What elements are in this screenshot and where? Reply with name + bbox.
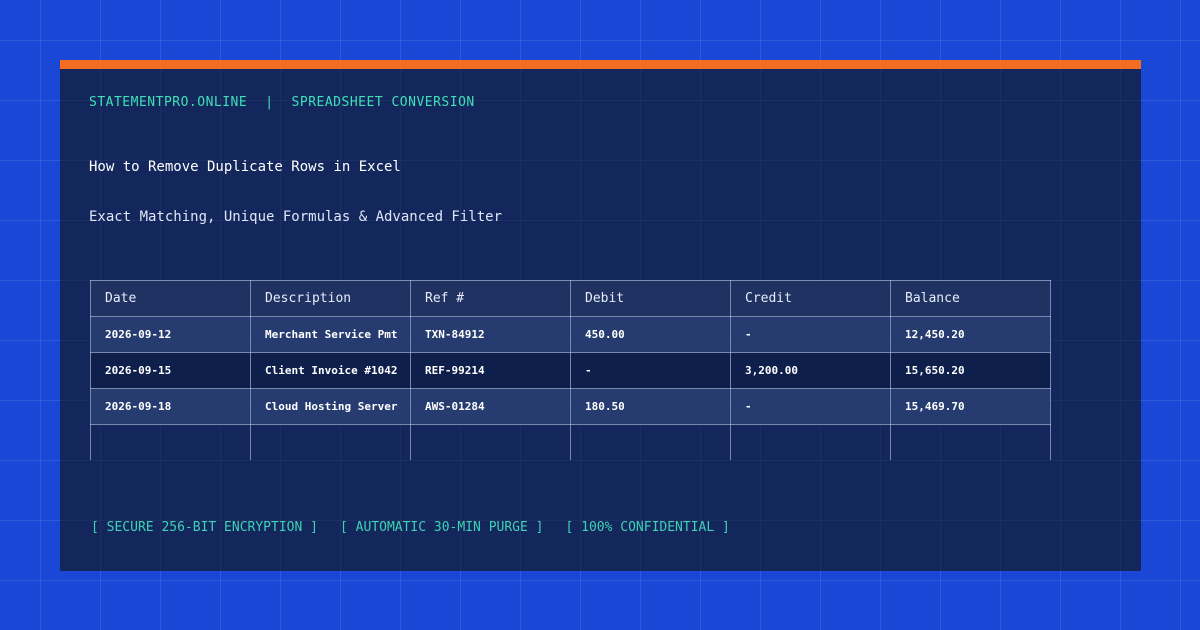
table-header-row: Date Description Ref # Debit Credit Bala… — [90, 280, 1051, 317]
column-header-credit: Credit — [730, 280, 891, 317]
cell-empty — [730, 424, 891, 460]
cell-credit: 3,200.00 — [730, 352, 891, 389]
table-row-empty — [90, 424, 1051, 460]
cell-date: 2026-09-18 — [90, 388, 251, 425]
cell-date: 2026-09-15 — [90, 352, 251, 389]
accent-bar — [60, 60, 1141, 69]
badge-confidential: [ 100% CONFIDENTIAL ] — [565, 520, 730, 535]
cell-description: Merchant Service Pmt — [250, 316, 411, 353]
cell-ref: REF-99214 — [410, 352, 571, 389]
column-header-debit: Debit — [570, 280, 731, 317]
column-header-ref: Ref # — [410, 280, 571, 317]
table-row: 2026-09-12 Merchant Service Pmt TXN-8491… — [90, 316, 1051, 353]
page-subtitle: Exact Matching, Unique Formulas & Advanc… — [89, 209, 503, 225]
security-badges: [ SECURE 256-BIT ENCRYPTION ] [ AUTOMATIC… — [91, 520, 752, 535]
cell-balance: 15,650.20 — [890, 352, 1051, 389]
brand-line: STATEMENTPRO.ONLINE | SPREADSHEET CONVERSI… — [89, 95, 475, 110]
cell-empty — [90, 424, 251, 460]
badge-encryption: [ SECURE 256-BIT ENCRYPTION ] — [91, 520, 318, 535]
cell-credit: - — [730, 388, 891, 425]
column-header-description: Description — [250, 280, 411, 317]
cell-date: 2026-09-12 — [90, 316, 251, 353]
page-title: How to Remove Duplicate Rows in Excel — [89, 159, 401, 175]
cell-debit: - — [570, 352, 731, 389]
cell-empty — [570, 424, 731, 460]
cell-ref: TXN-84912 — [410, 316, 571, 353]
cell-credit: - — [730, 316, 891, 353]
table-row: 2026-09-18 Cloud Hosting Server AWS-0128… — [90, 388, 1051, 425]
cell-empty — [410, 424, 571, 460]
cell-debit: 450.00 — [570, 316, 731, 353]
column-header-date: Date — [90, 280, 251, 317]
cell-empty — [890, 424, 1051, 460]
statement-table: Date Description Ref # Debit Credit Bala… — [90, 280, 1051, 460]
column-header-balance: Balance — [890, 280, 1051, 317]
cell-balance: 12,450.20 — [890, 316, 1051, 353]
cell-description: Client Invoice #1042 — [250, 352, 411, 389]
brand-separator: | — [265, 95, 274, 110]
cell-balance: 15,469.70 — [890, 388, 1051, 425]
cell-debit: 180.50 — [570, 388, 731, 425]
statement-card: STATEMENTPRO.ONLINE | SPREADSHEET CONVERSI… — [60, 60, 1141, 571]
badge-purge: [ AUTOMATIC 30-MIN PURGE ] — [339, 520, 544, 535]
cell-empty — [250, 424, 411, 460]
table-row: 2026-09-15 Client Invoice #1042 REF-9921… — [90, 352, 1051, 389]
cell-description: Cloud Hosting Server — [250, 388, 411, 425]
cell-ref: AWS-01284 — [410, 388, 571, 425]
brand-section: SPREADSHEET CONVERSION — [291, 95, 475, 110]
brand-site: STATEMENTPRO.ONLINE — [89, 95, 248, 110]
